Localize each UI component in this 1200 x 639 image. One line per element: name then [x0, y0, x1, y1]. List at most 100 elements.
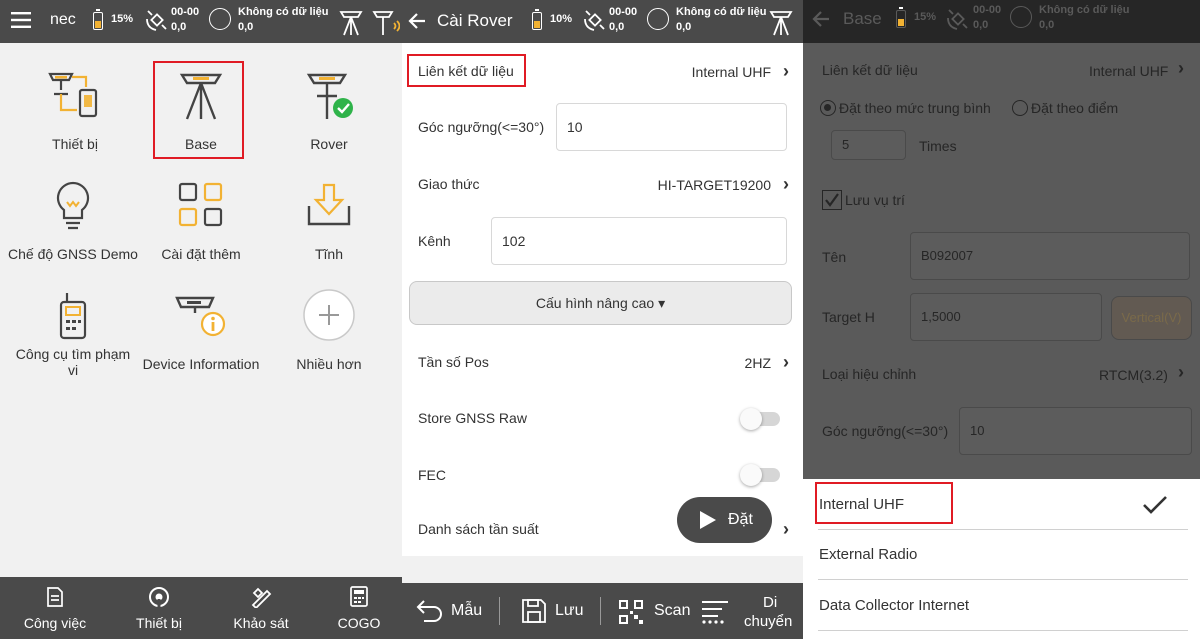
data-status-value: 0,0: [676, 21, 692, 33]
radio-average: [820, 100, 836, 116]
chevron-right-icon: ›: [783, 61, 789, 81]
channel-input[interactable]: 102: [491, 217, 787, 265]
highlight-box-data-link: [407, 54, 526, 87]
elevation-input[interactable]: 10: [556, 103, 787, 151]
download-tray-icon: [307, 183, 351, 226]
survey-icon: [251, 587, 272, 608]
battery-percent: 10%: [550, 13, 573, 25]
satellite-count: 00-00: [609, 6, 638, 18]
bottom-toolbar: Mẫu Lưu Scan Di chuyển: [402, 583, 803, 639]
menu-item-device-info[interactable]: Device Information: [134, 282, 268, 392]
menu-item-label: Nhiều hơn: [296, 356, 362, 372]
pos-frequency-row[interactable]: Tần số Pos 2HZ ›: [402, 344, 803, 380]
back-arrow-icon: [812, 11, 829, 27]
page-title: Cài Rover: [437, 11, 513, 30]
name-label: Tên: [822, 249, 847, 265]
battery-icon: [93, 9, 103, 30]
pos-frequency-value: 2HZ: [744, 355, 771, 371]
hamburger-menu-icon[interactable]: [11, 12, 31, 28]
rover-settings-panel: Cài Rover 10% 00-00 0,0 Không có dữ liệu…: [402, 0, 803, 639]
advanced-config-button[interactable]: Cấu hình nâng cao ▾: [409, 281, 792, 325]
fec-label: FEC: [418, 467, 446, 483]
bottom-navigation: Công việc Thiết bị Khảo sát COGO: [0, 577, 402, 639]
move-label-bottom: chuyển: [744, 613, 793, 630]
protocol-label: Giao thức: [418, 176, 480, 192]
back-arrow-icon[interactable]: [408, 12, 426, 30]
data-status-value: 0,0: [1039, 19, 1055, 31]
satellite-icon: [584, 10, 605, 31]
store-raw-toggle[interactable]: [740, 408, 780, 430]
save-position-label: Lưu vụ trí: [845, 192, 905, 208]
save-label: Lưu: [555, 602, 584, 619]
scan-label: Scan: [654, 602, 691, 619]
checkmark-icon: [825, 193, 839, 207]
chevron-right-icon: ›: [1178, 362, 1184, 382]
battery-icon: [532, 9, 542, 30]
nav-label: Khảo sát: [233, 615, 289, 631]
nav-cogo[interactable]: COGO: [309, 577, 402, 639]
document-icon: [47, 587, 63, 607]
radio-device-icon: [59, 293, 87, 340]
nav-label: Công việc: [23, 615, 87, 631]
correction-label: Loại hiệu chỉnh: [822, 366, 917, 382]
target-height-input: 1,5000: [910, 293, 1102, 341]
receiver-icon: [339, 11, 363, 36]
play-icon: [700, 511, 716, 529]
nav-jobs[interactable]: Công việc: [5, 577, 105, 639]
lightbulb-icon: [56, 181, 90, 230]
radio-average-label: Đặt theo mức trung bình: [839, 100, 991, 116]
option-label: Data Collector Internet: [819, 597, 970, 614]
battery-percent: 15%: [914, 11, 937, 23]
height-mode-button: Vertical(V): [1111, 296, 1192, 340]
save-button[interactable]: Lưu: [519, 583, 587, 639]
set-button[interactable]: Đặt: [677, 497, 772, 543]
protocol-row[interactable]: Giao thức HI-TARGET19200 ›: [402, 166, 803, 202]
calculator-icon: [350, 586, 368, 607]
status-bar: nec 15% 00-00 0,0 Không có dữ liệu 0,0: [0, 0, 402, 43]
list-move-icon: [702, 601, 728, 624]
menu-item-rover[interactable]: Rover: [262, 62, 396, 172]
menu-item-more[interactable]: Nhiều hơn: [262, 282, 396, 392]
data-link-value: Internal UHF: [1089, 63, 1169, 79]
radio-point-label: Đặt theo điểm: [1031, 100, 1119, 116]
set-button-label: Đặt: [728, 511, 753, 528]
satellite-value: 0,0: [973, 19, 989, 31]
menu-item-device[interactable]: Thiết bị: [8, 62, 142, 172]
scan-button[interactable]: Scan: [616, 583, 692, 639]
menu-item-label: Thiết bị: [52, 136, 98, 152]
antenna-icon: [149, 587, 169, 607]
base-settings-panel: Base 15% 00-00 0,0 Không có dữ liệu 0,0 …: [803, 0, 1200, 639]
menu-item-range-finder[interactable]: Công cụ tìm phạm vi: [6, 282, 140, 392]
move-button[interactable]: Di chuyển: [699, 583, 799, 639]
menu-item-gnss-demo[interactable]: Chế độ GNSS Demo: [6, 172, 140, 282]
data-link-picker: Internal UHF External Radio Data Collect…: [803, 479, 1200, 639]
option-data-collector-internet[interactable]: Data Collector Internet: [818, 581, 1188, 631]
option-external-radio[interactable]: External Radio: [818, 530, 1188, 580]
satellite-count: 00-00: [973, 4, 1002, 16]
satellite-icon: [146, 10, 167, 31]
highlight-box-internal-uhf: [815, 482, 953, 524]
toolbar-divider: [600, 597, 601, 625]
chevron-right-icon: ›: [783, 174, 789, 194]
template-button[interactable]: Mẫu: [414, 583, 486, 639]
satellite-value: 0,0: [171, 21, 187, 33]
frequency-list-label: Danh sách tần suất: [418, 521, 539, 537]
nav-device[interactable]: Thiết bị: [109, 577, 209, 639]
option-label: External Radio: [819, 546, 918, 563]
times-label: Times: [919, 138, 957, 154]
menu-item-label: Chế độ GNSS Demo: [8, 246, 138, 262]
device-connect-icon: [48, 72, 98, 118]
solution-status-icon: [647, 8, 669, 30]
name-input: B092007: [910, 232, 1190, 280]
elevation-label: Góc ngưỡng(<=30°): [418, 119, 545, 135]
menu-item-static[interactable]: Tĩnh: [262, 172, 396, 282]
menu-item-more-settings[interactable]: Cài đặt thêm: [134, 172, 268, 282]
page-title: Base: [843, 9, 882, 28]
nav-survey[interactable]: Khảo sát: [211, 577, 311, 639]
times-input: 5: [831, 130, 906, 160]
save-position-checkbox: [822, 190, 842, 210]
satellite-count: 00-00: [171, 6, 200, 18]
save-icon: [522, 599, 546, 623]
apps-grid-icon: [178, 182, 223, 227]
fec-toggle[interactable]: [740, 464, 780, 486]
